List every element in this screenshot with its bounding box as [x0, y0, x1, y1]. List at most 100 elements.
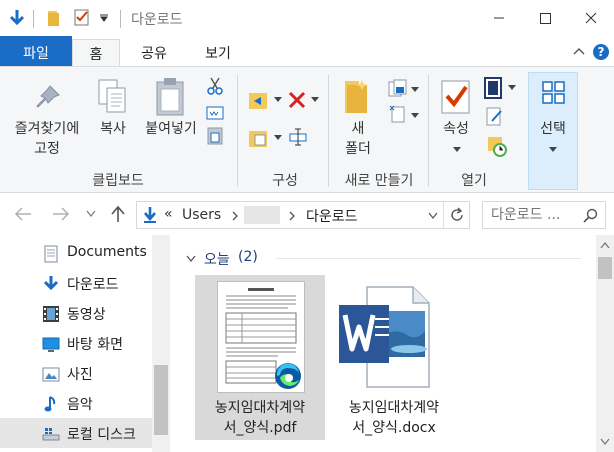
minimize-button[interactable] [476, 0, 522, 36]
search-box[interactable] [482, 201, 606, 229]
tab-share[interactable]: 공유 [124, 39, 184, 66]
delete-dropdown-icon[interactable] [311, 97, 319, 103]
search-icon[interactable] [583, 208, 599, 224]
help-icon[interactable]: ? [593, 44, 609, 60]
nav-item-label: 사진 [67, 367, 93, 383]
paste-shortcut-icon[interactable] [206, 127, 224, 145]
select-grid-icon [542, 81, 565, 104]
scroll-up-icon[interactable] [600, 241, 610, 249]
local-disk-icon [42, 428, 60, 441]
properties-dropdown-icon[interactable] [453, 147, 461, 153]
recent-locations-chevron-icon[interactable] [86, 210, 96, 218]
navigation-pane: Documents 다운로드 동영상 바탕 화면 사진 음악 로컬 디스크 [0, 235, 172, 452]
properties-button[interactable]: 속성 [434, 119, 478, 139]
group-header-count: (2) [238, 249, 258, 265]
copy-path-icon[interactable] [206, 105, 224, 121]
breadcrumb-separator-icon[interactable] [288, 211, 296, 221]
forward-icon[interactable] [52, 207, 70, 221]
quick-access-folder-icon[interactable] [47, 9, 63, 27]
breadcrumb-users[interactable]: Users [182, 207, 221, 223]
file-name-line1: 농지임대차계약 [348, 400, 440, 416]
open-dropdown-icon[interactable] [508, 85, 516, 91]
title-bar: 다운로드 [0, 0, 614, 36]
clipboard-group-label: 클립보드 [92, 173, 144, 189]
search-input[interactable] [491, 205, 577, 225]
word-document-icon [339, 286, 430, 388]
content-scrollbar[interactable] [596, 235, 614, 452]
nav-item-documents[interactable]: Documents [0, 238, 152, 268]
nav-item-desktop[interactable]: 바탕 화면 [0, 328, 152, 358]
organize-group-label: 구성 [272, 173, 298, 189]
group-header-today[interactable]: 오늘 (2) [186, 249, 596, 269]
edge-badge-icon [275, 363, 301, 389]
new-item-icon[interactable] [388, 79, 408, 99]
content-scrollbar-thumb[interactable] [598, 257, 612, 279]
nav-scrollbar-thumb[interactable] [154, 365, 168, 435]
nav-item-music[interactable]: 음악 [0, 388, 152, 418]
breadcrumb-overflow[interactable]: « [164, 206, 173, 222]
easy-access-dropdown-icon[interactable] [411, 113, 419, 119]
window-title: 다운로드 [131, 12, 183, 28]
copy-to-icon[interactable] [248, 127, 272, 149]
nav-item-label: 음악 [67, 397, 93, 413]
copy-button[interactable]: 복사 [92, 119, 134, 139]
ribbon: 즐겨찾기에 고정 복사 붙여넣기 클립보드 구성 새 폴더 새로 만들기 속성 … [0, 66, 614, 193]
nav-item-downloads[interactable]: 다운로드 [0, 268, 152, 298]
quick-access-customize-icon[interactable] [99, 14, 109, 22]
nav-scrollbar[interactable] [152, 235, 170, 452]
file-name-line2: 서_양식.pdf [223, 420, 297, 436]
address-bar[interactable]: « Users 다운로드 [136, 201, 470, 229]
pin-label-line1: 즐겨찾기에 [14, 121, 80, 137]
quick-access-down-arrow-icon[interactable] [8, 9, 26, 27]
nav-item-videos[interactable]: 동영상 [0, 298, 152, 328]
history-icon[interactable] [486, 135, 508, 157]
breadcrumb-username-redacted[interactable] [244, 206, 280, 224]
back-icon[interactable] [14, 207, 32, 221]
new-folder-label-line2: 폴더 [345, 141, 371, 157]
group-separator [237, 75, 238, 187]
move-to-icon[interactable] [248, 89, 272, 111]
pictures-icon [42, 367, 60, 382]
tab-file[interactable]: 파일 [0, 36, 72, 66]
group-separator [428, 75, 429, 187]
refresh-icon[interactable] [449, 207, 465, 223]
breadcrumb-separator-icon[interactable] [231, 211, 239, 221]
download-arrow-icon [43, 276, 59, 291]
nav-item-label: Documents [67, 244, 147, 260]
delete-icon[interactable] [288, 91, 306, 109]
breadcrumb-downloads[interactable]: 다운로드 [306, 206, 358, 226]
nav-item-label: 바탕 화면 [67, 337, 123, 353]
maximize-button[interactable] [522, 0, 568, 36]
new-folder-label-line1: 새 [351, 121, 365, 137]
nav-item-pictures[interactable]: 사진 [0, 358, 152, 388]
new-item-dropdown-icon[interactable] [411, 87, 419, 93]
cut-icon[interactable] [206, 77, 224, 95]
quick-access-properties-icon[interactable] [73, 8, 91, 26]
collapse-ribbon-icon[interactable] [573, 46, 585, 56]
close-button[interactable] [568, 0, 614, 36]
pin-label-line2: 고정 [34, 141, 60, 157]
open-icon[interactable] [484, 77, 504, 99]
tab-view[interactable]: 보기 [188, 39, 248, 66]
group-separator [328, 75, 329, 187]
rename-icon[interactable] [288, 127, 308, 147]
downloads-arrow-icon [144, 207, 156, 223]
title-separator-2 [120, 10, 121, 28]
scroll-down-icon[interactable] [600, 438, 610, 446]
move-to-dropdown-icon[interactable] [274, 97, 282, 103]
file-item-pdf[interactable]: 농지임대차계약 서_양식.pdf [195, 275, 325, 440]
address-history-chevron-icon[interactable] [428, 212, 438, 220]
file-item-docx[interactable]: 농지임대차계약 서_양식.docx [329, 275, 459, 440]
pin-to-quick-access-button[interactable]: 즐겨찾기에 고정 [6, 119, 88, 159]
edit-icon[interactable] [486, 107, 504, 127]
paste-button[interactable]: 붙여넣기 [138, 119, 204, 139]
easy-access-icon[interactable] [388, 105, 408, 125]
desktop-icon [42, 337, 60, 352]
select-label: 선택 [540, 121, 566, 137]
select-button[interactable]: 선택 [528, 72, 578, 190]
new-folder-button[interactable]: 새 폴더 [334, 119, 382, 159]
copy-to-dropdown-icon[interactable] [274, 135, 282, 141]
nav-item-local-disk[interactable]: 로컬 디스크 [0, 418, 152, 448]
maximize-icon [540, 13, 551, 24]
up-icon[interactable] [110, 205, 126, 223]
